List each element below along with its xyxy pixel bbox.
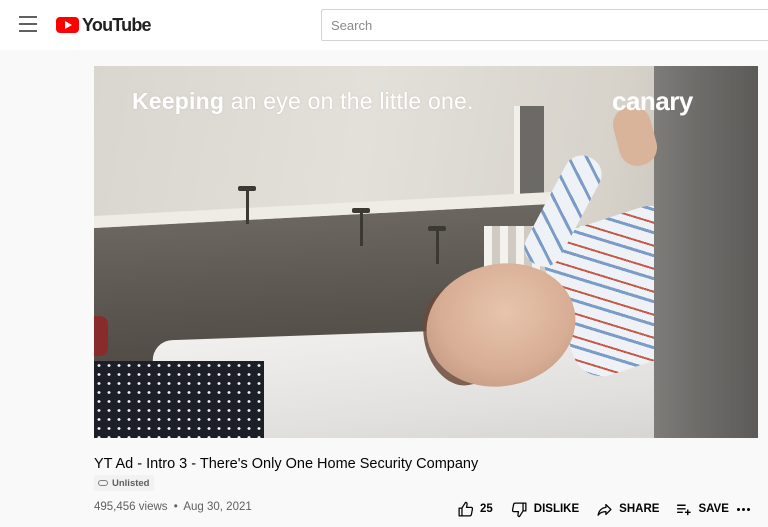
search-box[interactable] xyxy=(321,9,768,41)
more-horizontal-icon[interactable] xyxy=(734,500,752,518)
top-bar: YouTube xyxy=(0,0,768,50)
brand-watermark: canary xyxy=(612,86,693,116)
menu-icon[interactable] xyxy=(19,16,37,32)
save-button[interactable]: SAVE xyxy=(675,501,729,518)
video-meta: 495,456 views • Aug 30, 2021 xyxy=(94,501,252,513)
video-frame-curtain xyxy=(654,66,758,438)
logo-text: YouTube xyxy=(82,14,152,35)
view-count: 495,456 views xyxy=(94,501,168,513)
visibility-badge: Unlisted xyxy=(94,475,155,491)
video-title: YT Ad - Intro 3 - There's Only One Home … xyxy=(94,456,479,472)
video-player[interactable]: Keeping an eye on the little one. canary xyxy=(94,66,758,438)
dislike-button[interactable]: DISLIKE xyxy=(511,501,579,518)
thumbs-up-icon xyxy=(458,501,474,517)
video-frame-bumper-tie xyxy=(352,208,370,246)
youtube-logo[interactable]: YouTube xyxy=(56,14,152,35)
playlist-add-icon xyxy=(677,504,692,515)
like-count: 25 xyxy=(480,503,493,515)
share-label: SHARE xyxy=(619,503,660,515)
dislike-label: DISLIKE xyxy=(533,503,580,515)
video-frame-blanket xyxy=(94,361,264,438)
thumbs-down-icon xyxy=(511,501,527,517)
visibility-badge-label: Unlisted xyxy=(112,477,150,489)
youtube-logo-icon xyxy=(56,17,79,33)
save-label: SAVE xyxy=(698,503,729,515)
search-input[interactable] xyxy=(322,10,768,40)
video-frame-bumper-tie xyxy=(428,226,446,264)
share-arrow-icon xyxy=(597,503,612,516)
share-button[interactable]: SHARE xyxy=(596,501,659,518)
meta-separator: • xyxy=(173,501,178,513)
upload-date: Aug 30, 2021 xyxy=(183,501,252,513)
video-frame-bumper-tie xyxy=(238,186,256,224)
video-frame-toy xyxy=(94,316,108,356)
like-button[interactable]: 25 xyxy=(457,501,493,518)
action-bar: 25 DISLIKE SHARE SAVE xyxy=(457,500,729,518)
link-icon xyxy=(98,480,108,486)
video-overlay-caption: Keeping an eye on the little one. xyxy=(132,88,474,114)
